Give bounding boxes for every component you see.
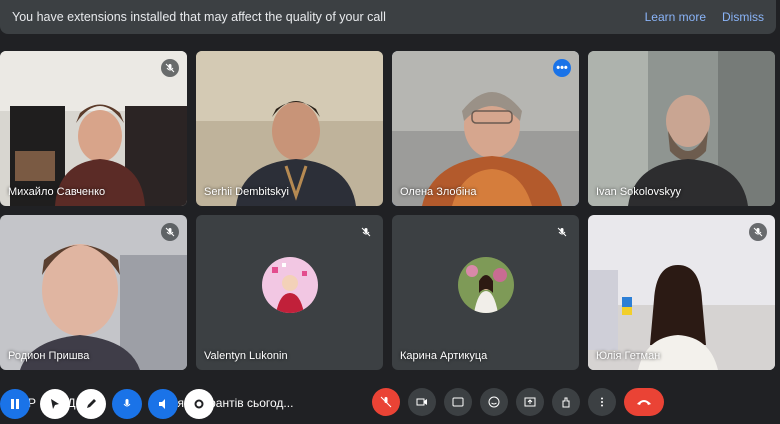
participant-tile[interactable]: Valentyn Lukonin (196, 215, 383, 370)
participant-tile[interactable]: Михайло Савченко (0, 51, 187, 206)
participant-tile[interactable]: Юлія Гетман (588, 215, 775, 370)
participant-tile-speaking[interactable]: ••• Олена Злобіна (392, 51, 579, 206)
participant-tile[interactable]: Serhii Dembitskyi (196, 51, 383, 206)
mic-off-icon (357, 223, 375, 241)
avatar (261, 256, 318, 313)
video-feed (392, 51, 579, 206)
participant-tile[interactable]: Карина Артикуца (392, 215, 579, 370)
captions-icon[interactable] (444, 388, 472, 416)
more-vertical-icon[interactable] (588, 388, 616, 416)
learn-more-link[interactable]: Learn more (645, 10, 706, 24)
video-feed (0, 215, 187, 370)
video-feed (0, 51, 187, 206)
participant-name: Михайло Савченко (8, 186, 106, 198)
participant-name: Serhii Dembitskyi (204, 186, 289, 198)
video-feed (196, 51, 383, 206)
hang-up-icon[interactable] (624, 388, 664, 416)
raise-hand-icon[interactable] (552, 388, 580, 416)
annotation-toolbar (0, 384, 214, 424)
mic-off-icon[interactable] (372, 388, 400, 416)
speaker-icon[interactable] (148, 389, 178, 419)
extensions-warning-banner: You have extensions installed that may a… (0, 0, 776, 34)
bottom-toolbar: Р Д м ля аспірантів сьогод... (0, 384, 780, 424)
emoji-icon[interactable] (480, 388, 508, 416)
participant-name: Valentyn Lukonin (204, 350, 288, 362)
participant-name: Ivan Sokolovskyy (596, 186, 681, 198)
pointer-icon[interactable] (40, 389, 70, 419)
mic-off-icon (161, 59, 179, 77)
participant-name: Родион Пришва (8, 350, 90, 362)
participant-name: Карина Артикуца (400, 350, 488, 362)
avatar (457, 256, 514, 313)
mic-off-icon (553, 223, 571, 241)
mic-off-icon (161, 223, 179, 241)
pause-icon[interactable] (0, 389, 30, 419)
dismiss-link[interactable]: Dismiss (722, 10, 764, 24)
mic-off-icon (749, 223, 767, 241)
settings-gear-icon[interactable] (184, 389, 214, 419)
present-screen-icon[interactable] (516, 388, 544, 416)
pen-icon[interactable] (76, 389, 106, 419)
video-feed (588, 51, 775, 206)
banner-text: You have extensions installed that may a… (12, 10, 386, 24)
participant-name: Олена Злобіна (400, 186, 477, 198)
participant-tile[interactable]: Ivan Sokolovskyy (588, 51, 775, 206)
more-options-icon[interactable]: ••• (553, 59, 571, 77)
participant-tile[interactable]: Родион Пришва (0, 215, 187, 370)
participant-name: Юлія Гетман (596, 350, 661, 362)
video-feed (588, 215, 775, 370)
call-controls (372, 388, 664, 416)
microphone-icon[interactable] (112, 389, 142, 419)
camera-icon[interactable] (408, 388, 436, 416)
